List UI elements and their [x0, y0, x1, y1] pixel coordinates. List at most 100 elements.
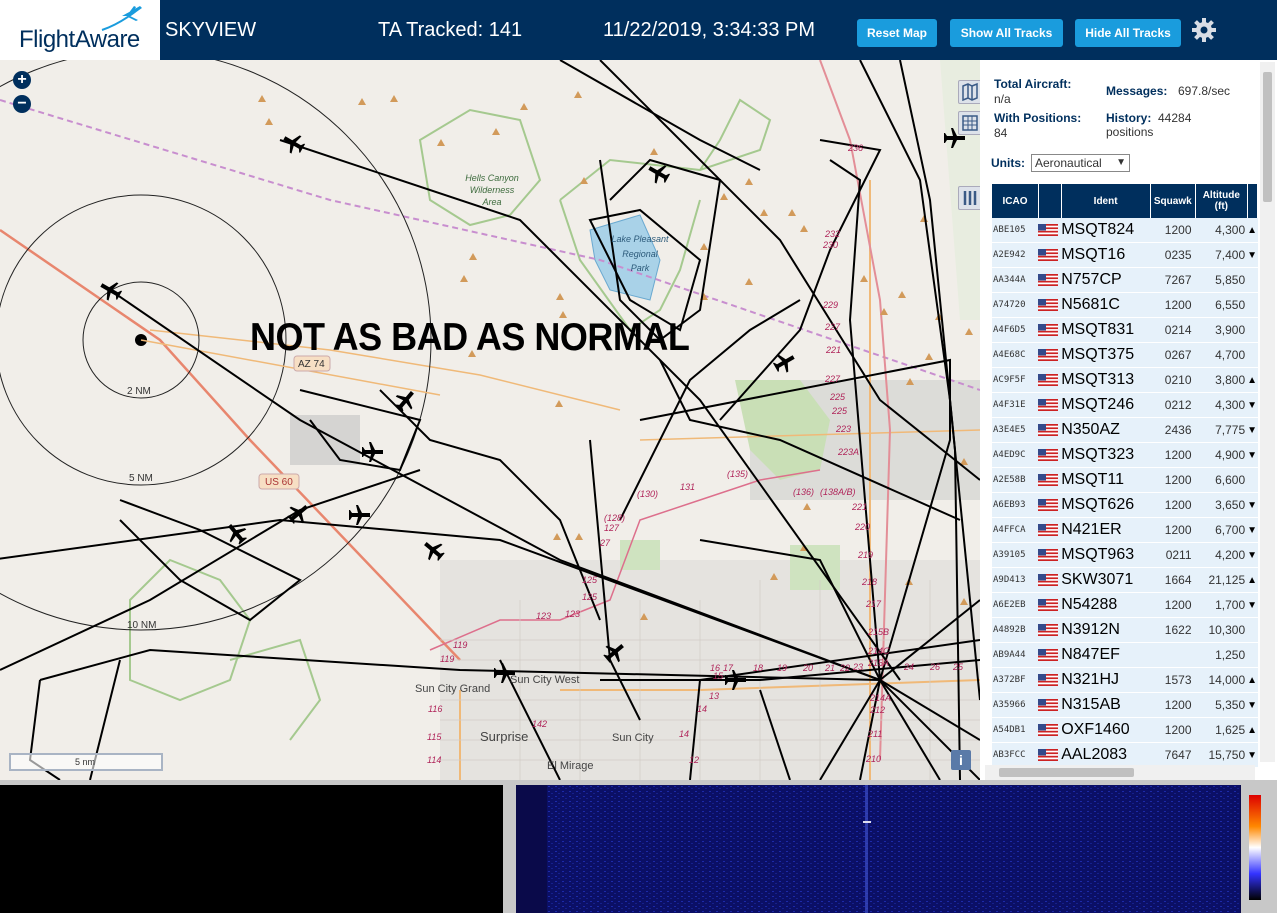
grid-toggle-button[interactable] [958, 111, 980, 135]
svg-text:131: 131 [680, 482, 695, 492]
column-header-ident[interactable]: Ident [1061, 184, 1151, 218]
units-label: Units: [991, 156, 1025, 170]
aircraft-row[interactable]: A2E58B MSQT11 1200 6,600 [992, 467, 1258, 493]
column-header-extra[interactable] [1247, 184, 1259, 218]
aircraft-row[interactable]: A4F6D5 MSQT831 0214 3,900 [992, 317, 1258, 343]
aircraft-row[interactable]: A4892B N3912N 1622 10,300 [992, 617, 1258, 643]
svg-text:15: 15 [713, 671, 724, 681]
altitude-cell: 21,125 [1195, 567, 1248, 593]
zoom-out-button[interactable]: − [13, 95, 31, 113]
svg-text:26: 26 [929, 662, 940, 672]
show-all-tracks-button[interactable]: Show All Tracks [950, 19, 1063, 47]
waterfall-noise [547, 785, 1240, 913]
altitude-trend-icon: ▼ [1247, 492, 1258, 518]
units-select[interactable]: Aeronautical ▼ [1031, 154, 1130, 172]
svg-text:212: 212 [869, 705, 885, 715]
column-header-altitude[interactable]: Altitude (ft) [1195, 184, 1248, 218]
squawk-cell: 7267 [1150, 267, 1196, 293]
flag-cell [1038, 642, 1062, 668]
icao-cell: A74720 [992, 292, 1039, 318]
column-header-squawk[interactable]: Squawk [1150, 184, 1197, 218]
us-flag-icon [1038, 398, 1059, 411]
aircraft-row[interactable]: A39105 MSQT963 0211 4,200 ▼ [992, 542, 1258, 568]
hide-all-tracks-button[interactable]: Hide All Tracks [1075, 19, 1181, 47]
aircraft-row[interactable]: AB9A44 N847EF 1,250 [992, 642, 1258, 668]
current-datetime: 11/22/2019, 3:34:33 PM [603, 19, 816, 41]
columns-toggle-button[interactable] [958, 186, 980, 210]
svg-text:217: 217 [865, 599, 882, 609]
reset-map-button[interactable]: Reset Map [857, 19, 937, 47]
aircraft-row[interactable]: A6EB93 MSQT626 1200 3,650 ▼ [992, 492, 1258, 518]
squawk-cell: 1573 [1150, 667, 1196, 693]
flightaware-logo[interactable]: FlightAware [0, 0, 160, 60]
svg-text:215B: 215B [867, 627, 889, 637]
aircraft-row[interactable]: AA344A N757CP 7267 5,850 [992, 267, 1258, 293]
aircraft-row[interactable]: AB3FCC AAL2083 7647 15,750 ▼ [992, 742, 1258, 768]
ident-cell: MSQT375 [1061, 342, 1151, 368]
altitude-trend-icon [1247, 642, 1258, 668]
aircraft-row[interactable]: A4E68C MSQT375 0267 4,700 [992, 342, 1258, 368]
ident-cell: MSQT831 [1061, 317, 1151, 343]
aircraft-panel: Total Aircraft: n/a With Positions: 84 M… [980, 60, 1277, 780]
zoom-in-button[interactable]: + [13, 71, 31, 89]
icao-cell: A2E58B [992, 467, 1039, 493]
ident-cell: MSQT626 [1061, 492, 1151, 518]
us-flag-icon [1038, 623, 1059, 636]
svg-text:21: 21 [824, 663, 835, 673]
ident-cell: MSQT824 [1061, 218, 1151, 243]
aircraft-row[interactable]: A54DB1 OXF1460 1200 1,625 ▲ [992, 717, 1258, 743]
flag-cell [1038, 542, 1062, 568]
svg-text:123: 123 [536, 611, 551, 621]
svg-text:14: 14 [679, 729, 689, 739]
panel-vertical-scrollbar[interactable] [1260, 62, 1275, 762]
ident-cell: N350AZ [1061, 417, 1151, 443]
flag-cell [1038, 592, 1062, 618]
aircraft-row[interactable]: ABE105 MSQT824 1200 4,300 ▲ [992, 218, 1258, 243]
svg-text:218: 218 [861, 577, 877, 587]
map-canvas[interactable]: 2 NM 5 NM 10 NM AZ 74 US 60 Hells Canyon… [0, 60, 980, 780]
ring-label-2nm: 2 NM [127, 386, 151, 397]
svg-text:Area: Area [481, 197, 501, 207]
icao-cell: A54DB1 [992, 717, 1039, 743]
altitude-trend-icon [1247, 267, 1258, 293]
total-aircraft-value: n/a [994, 92, 1011, 106]
app-name: SKYVIEW [165, 19, 257, 41]
squawk-cell: 0214 [1150, 317, 1196, 343]
map-view[interactable]: 2 NM 5 NM 10 NM AZ 74 US 60 Hells Canyon… [0, 60, 980, 780]
info-button[interactable]: i [951, 750, 971, 770]
aircraft-row[interactable]: A372BF N321HJ 1573 14,000 ▲ [992, 667, 1258, 693]
aircraft-row[interactable]: A2E942 MSQT16 0235 7,400 ▼ [992, 242, 1258, 268]
svg-text:221: 221 [825, 345, 841, 355]
aircraft-row[interactable]: A35966 N315AB 1200 5,350 ▼ [992, 692, 1258, 718]
icao-cell: A4ED9C [992, 442, 1039, 468]
aircraft-row[interactable]: A74720 N5681C 1200 6,550 [992, 292, 1258, 318]
column-header-flag[interactable] [1038, 184, 1062, 218]
flag-cell [1038, 292, 1062, 318]
altitude-cell: 5,850 [1195, 267, 1248, 293]
aircraft-row[interactable]: A9D413 SKW3071 1664 21,125 ▲ [992, 567, 1258, 593]
aircraft-row[interactable]: A3E4E5 N350AZ 2436 7,775 ▼ [992, 417, 1258, 443]
altitude-trend-icon [1247, 467, 1258, 493]
icao-cell: AA344A [992, 267, 1039, 293]
icao-cell: AB3FCC [992, 742, 1039, 768]
svg-text:230: 230 [822, 240, 838, 250]
icao-cell: A4F31E [992, 392, 1039, 418]
place-label-el-mirage: El Mirage [547, 760, 593, 772]
svg-text:214C: 214C [867, 646, 890, 656]
column-header-icao[interactable]: ICAO [992, 184, 1039, 218]
aircraft-row[interactable]: A4F31E MSQT246 0212 4,300 ▼ [992, 392, 1258, 418]
flag-cell [1038, 317, 1062, 343]
messages-value: 697.8/sec [1178, 84, 1231, 98]
gear-icon[interactable] [1191, 17, 1217, 43]
aircraft-row[interactable]: A6E2EB N54288 1200 1,700 ▼ [992, 592, 1258, 618]
squawk-cell: 1200 [1150, 492, 1196, 518]
aircraft-row[interactable]: A4ED9C MSQT323 1200 4,900 ▼ [992, 442, 1258, 468]
aircraft-row[interactable]: A4FFCA N421ER 1200 6,700 ▼ [992, 517, 1258, 543]
scrollbar-thumb[interactable] [1263, 72, 1272, 202]
map-layers-button[interactable] [958, 80, 980, 104]
scrollbar-thumb[interactable] [999, 768, 1134, 777]
panel-horizontal-scrollbar[interactable] [985, 765, 1255, 780]
with-positions-label: With Positions: [994, 111, 1082, 125]
aircraft-row[interactable]: AC9F5F MSQT313 0210 3,800 ▲ [992, 367, 1258, 393]
svg-text:215A: 215A [867, 658, 889, 668]
